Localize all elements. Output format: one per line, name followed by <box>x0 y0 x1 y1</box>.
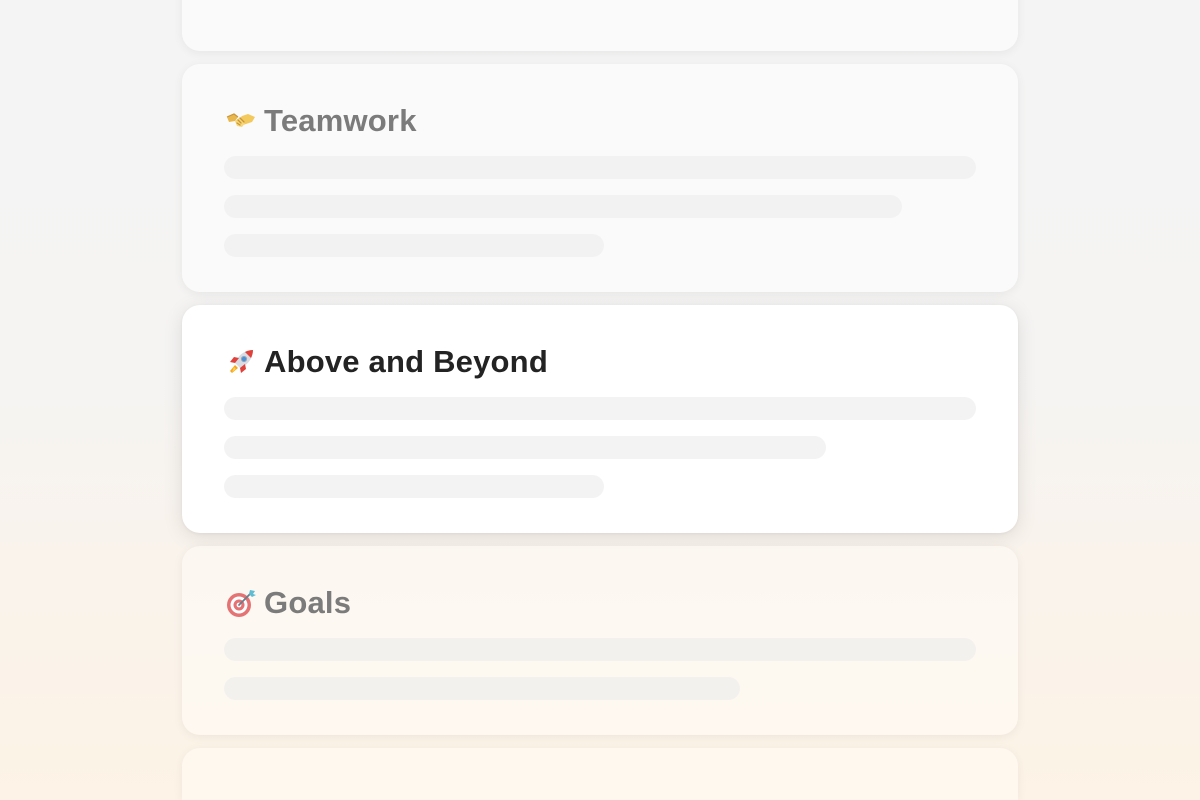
card-title: Above and Beyond <box>264 344 548 379</box>
card-bottom-partial[interactable] <box>182 748 1018 800</box>
placeholder-line <box>224 397 976 420</box>
card-title: Goals <box>264 585 352 620</box>
card-above-and-beyond[interactable]: Above and Beyond <box>182 305 1018 533</box>
placeholder-line <box>224 234 604 257</box>
placeholder-line <box>224 195 902 218</box>
placeholder-line <box>224 677 740 700</box>
placeholder-line <box>224 436 826 459</box>
card-title: Teamwork <box>264 103 417 138</box>
placeholder-line <box>224 475 604 498</box>
card-goals[interactable]: Goals <box>182 546 1018 735</box>
placeholder-line <box>224 638 976 661</box>
handshake-icon <box>224 104 258 138</box>
rocket-icon <box>224 345 258 379</box>
target-icon <box>224 586 258 620</box>
card-top-partial[interactable] <box>182 0 1018 51</box>
card-teamwork[interactable]: Teamwork <box>182 64 1018 292</box>
placeholder-line <box>224 156 976 179</box>
